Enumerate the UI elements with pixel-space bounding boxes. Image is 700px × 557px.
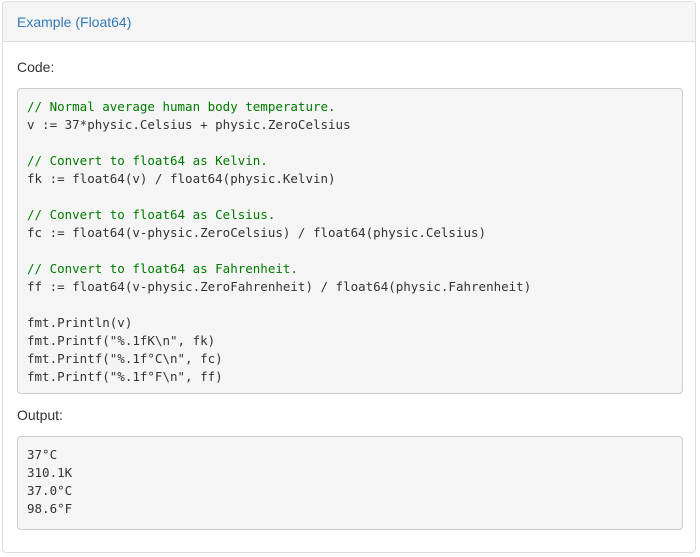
output-line: 37.0°C [27,483,73,498]
panel-heading: Example (Float64) [3,2,695,42]
output-line: 98.6°F [27,501,73,516]
code-comment-line: // Convert to float64 as Celsius. [27,207,276,222]
code-line: fk := float64(v) / float64(physic.Kelvin… [27,171,336,186]
output-line: 37°C [27,447,58,462]
code-line: v := 37*physic.Celsius + physic.ZeroCels… [27,117,351,132]
example-panel: Example (Float64) Code: // Normal averag… [2,1,696,553]
output-label: Output: [17,407,63,423]
code-line: fmt.Println(v) [27,315,133,330]
code-comment-line: // Convert to float64 as Kelvin. [27,153,268,168]
code-line: fmt.Printf("%.1f°F\n", ff) [27,369,223,384]
code-line: ff := float64(v-physic.ZeroFahrenheit) /… [27,279,532,294]
code-line: fmt.Printf("%.1f°C\n", fc) [27,351,223,366]
code-line: fmt.Printf("%.1fK\n", fk) [27,333,216,348]
example-title-link[interactable]: Example (Float64) [17,14,131,30]
code-block: // Normal average human body temperature… [17,88,683,394]
output-block: 37°C 310.1K 37.0°C 98.6°F [17,436,683,530]
code-comment-line: // Convert to float64 as Fahrenheit. [27,261,298,276]
code-comment-line: // Normal average human body temperature… [27,99,336,114]
output-line: 310.1K [27,465,73,480]
code-line: fc := float64(v-physic.ZeroCelsius) / fl… [27,225,487,240]
code-label: Code: [17,59,55,75]
